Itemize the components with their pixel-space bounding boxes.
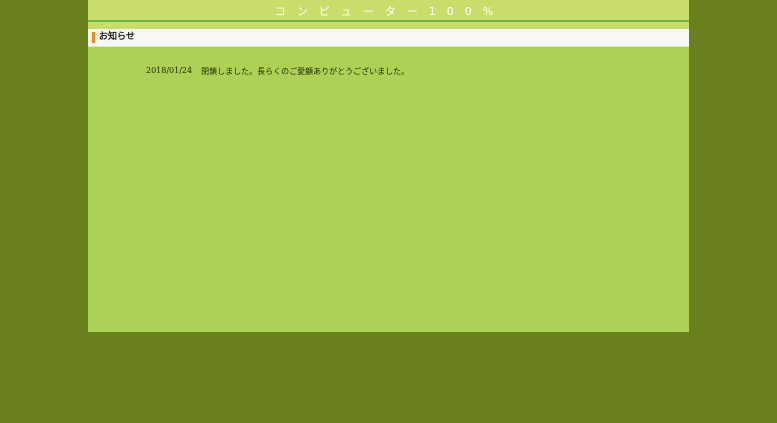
notice-list: 2018/01/24 閉鎖しました。長らくのご愛顧ありがとうございました。 (146, 66, 409, 77)
site-header: コンピューター100% (88, 0, 689, 22)
list-item: 2018/01/24 閉鎖しました。長らくのご愛顧ありがとうございました。 (146, 66, 409, 77)
notice-section-title: お知らせ (99, 32, 135, 42)
notice-section-header: お知らせ (88, 29, 689, 47)
page-container: コンピューター100% お知らせ 2018/01/24 閉鎖しました。長らくのご… (88, 0, 689, 332)
header-divider (88, 22, 689, 29)
section-marker-icon (92, 32, 95, 43)
notice-date: 2018/01/24 (146, 66, 193, 75)
site-title[interactable]: コンピューター100% (273, 2, 504, 22)
notice-text: 閉鎖しました。長らくのご愛顧ありがとうございました。 (201, 67, 410, 76)
